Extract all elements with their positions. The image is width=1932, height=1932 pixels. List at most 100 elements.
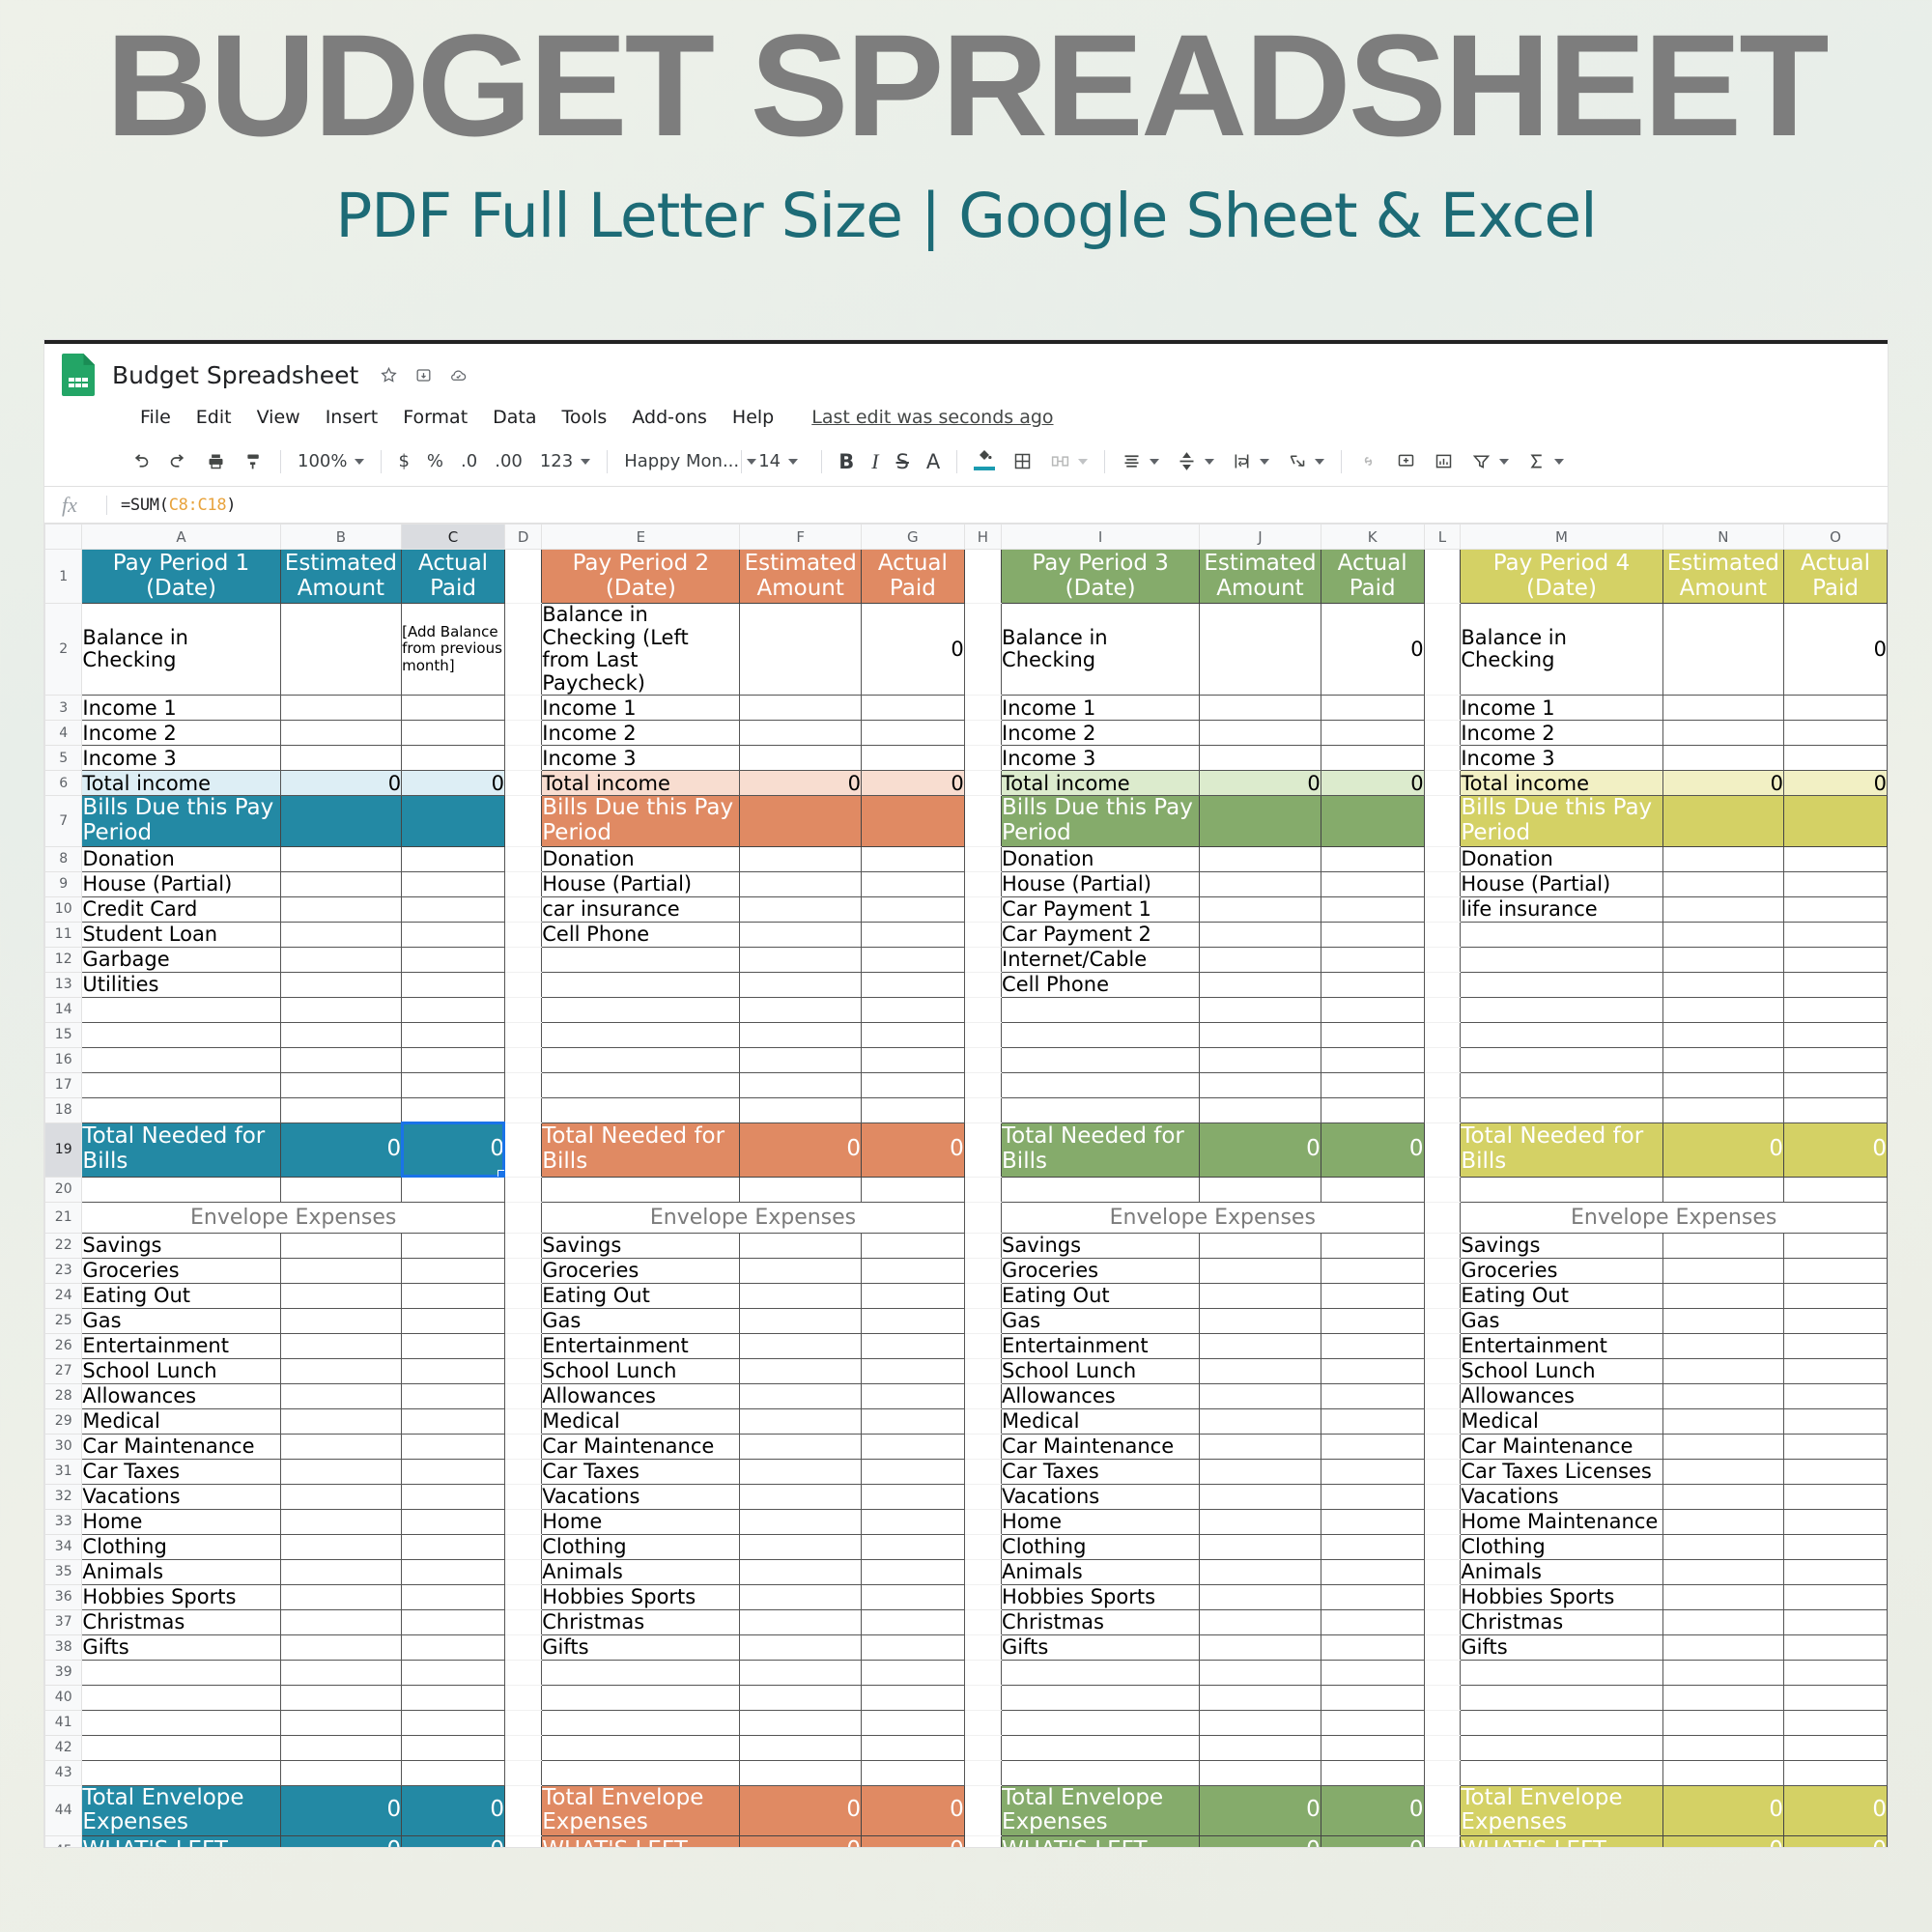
income-actual-4-3[interactable] bbox=[1783, 745, 1888, 772]
bill-actual-3-2[interactable] bbox=[1320, 870, 1425, 897]
envelope-estimated-3-2[interactable] bbox=[1199, 1257, 1321, 1284]
envelope-estimated-2-14[interactable] bbox=[739, 1558, 862, 1585]
merge-cells-button[interactable] bbox=[1041, 445, 1096, 478]
envelope-estimated-2-5[interactable] bbox=[739, 1332, 862, 1359]
envelope-estimated-3-4[interactable] bbox=[1199, 1307, 1321, 1334]
envelope-actual-2-9[interactable] bbox=[860, 1433, 965, 1460]
envelope-actual-2-20[interactable] bbox=[860, 1709, 965, 1736]
spacer-cell[interactable] bbox=[504, 549, 542, 604]
envelope-actual-1-7[interactable] bbox=[401, 1382, 505, 1409]
income-label-2-2[interactable]: Income 2 bbox=[541, 720, 741, 747]
envelope-estimated-1-22[interactable] bbox=[279, 1759, 403, 1786]
row-header-16[interactable]: 16 bbox=[44, 1046, 83, 1073]
envelope-estimated-2-1[interactable] bbox=[739, 1232, 862, 1259]
paint-format-button[interactable] bbox=[235, 445, 272, 478]
menu-help[interactable]: Help bbox=[720, 403, 786, 432]
row-header-13[interactable]: 13 bbox=[44, 971, 83, 998]
bill-estimated-3-4[interactable] bbox=[1199, 921, 1321, 948]
bill-estimated-2-9[interactable] bbox=[739, 1046, 862, 1073]
spacer-cell[interactable] bbox=[964, 745, 1002, 772]
spacer-cell[interactable] bbox=[964, 1434, 1002, 1460]
bills-due-header-3[interactable]: Bills Due this Pay Period bbox=[1001, 795, 1201, 847]
income-label-1-2[interactable]: Income 2 bbox=[81, 720, 281, 747]
insert-comment-button[interactable] bbox=[1387, 445, 1425, 478]
row-header-41[interactable]: 41 bbox=[44, 1709, 83, 1736]
total-envelope-actual-1[interactable]: 0 bbox=[401, 1784, 505, 1837]
select-all-corner[interactable] bbox=[44, 524, 83, 550]
spacer-cell[interactable] bbox=[964, 1685, 1002, 1711]
spacer-cell[interactable] bbox=[1424, 603, 1461, 696]
bill-estimated-3-1[interactable] bbox=[1199, 845, 1321, 872]
envelope-empty-2-20[interactable] bbox=[541, 1709, 741, 1736]
envelope-label-2-4[interactable]: Gas bbox=[541, 1307, 741, 1334]
bill-actual-4-3[interactable] bbox=[1783, 895, 1888, 923]
spacer-row-est-1[interactable] bbox=[279, 1176, 403, 1203]
spacer-cell[interactable] bbox=[504, 720, 542, 747]
envelope-estimated-3-18[interactable] bbox=[1199, 1659, 1321, 1686]
bill-actual-4-6[interactable] bbox=[1783, 971, 1888, 998]
spacer-cell[interactable] bbox=[1424, 1710, 1461, 1736]
envelope-estimated-3-8[interactable] bbox=[1199, 1407, 1321, 1435]
spacer-cell[interactable] bbox=[964, 1258, 1002, 1284]
envelope-label-4-8[interactable]: Medical bbox=[1460, 1407, 1663, 1435]
row-header-19[interactable]: 19 bbox=[44, 1122, 83, 1178]
column-header-l[interactable]: L bbox=[1423, 524, 1462, 550]
envelope-actual-4-16[interactable] bbox=[1783, 1608, 1888, 1635]
bill-label-4-1[interactable]: Donation bbox=[1460, 845, 1663, 872]
bill-actual-1-2[interactable] bbox=[401, 870, 505, 897]
envelope-label-2-2[interactable]: Groceries bbox=[541, 1257, 741, 1284]
menu-edit[interactable]: Edit bbox=[184, 403, 244, 432]
income-actual-4-1[interactable] bbox=[1783, 695, 1888, 722]
envelope-estimated-1-12[interactable] bbox=[279, 1508, 403, 1535]
row-header-18[interactable]: 18 bbox=[44, 1096, 83, 1123]
bill-estimated-2-8[interactable] bbox=[739, 1021, 862, 1048]
zoom-select[interactable]: 100% bbox=[289, 445, 373, 478]
envelope-actual-3-20[interactable] bbox=[1320, 1709, 1425, 1736]
spacer-cell[interactable] bbox=[1424, 1735, 1461, 1761]
spacer-cell[interactable] bbox=[1424, 947, 1461, 973]
bill-estimated-1-3[interactable] bbox=[279, 895, 403, 923]
income-estimated-3-2[interactable] bbox=[1199, 720, 1321, 747]
envelope-label-3-10[interactable]: Car Taxes bbox=[1001, 1458, 1201, 1485]
total-envelope-label-1[interactable]: Total Envelope Expenses bbox=[81, 1784, 281, 1837]
spacer-cell[interactable] bbox=[504, 1584, 542, 1610]
envelope-expenses-header-1[interactable]: Envelope Expenses bbox=[81, 1201, 505, 1234]
spacer-cell[interactable] bbox=[504, 1434, 542, 1460]
spacer-cell[interactable] bbox=[964, 1710, 1002, 1736]
bill-estimated-4-1[interactable] bbox=[1662, 845, 1785, 872]
spacer-row-est-2[interactable] bbox=[739, 1176, 862, 1203]
envelope-actual-3-7[interactable] bbox=[1320, 1382, 1425, 1409]
envelope-estimated-4-10[interactable] bbox=[1662, 1458, 1785, 1485]
envelope-estimated-3-11[interactable] bbox=[1199, 1483, 1321, 1510]
envelope-actual-2-15[interactable] bbox=[860, 1583, 965, 1610]
envelope-label-1-8[interactable]: Medical bbox=[81, 1407, 281, 1435]
envelope-actual-2-14[interactable] bbox=[860, 1558, 965, 1585]
income-actual-2-2[interactable] bbox=[860, 720, 965, 747]
total-envelope-estimated-2[interactable]: 0 bbox=[739, 1784, 862, 1837]
envelope-estimated-3-21[interactable] bbox=[1199, 1734, 1321, 1761]
bill-estimated-2-10[interactable] bbox=[739, 1071, 862, 1098]
income-label-4-1[interactable]: Income 1 bbox=[1460, 695, 1663, 722]
row-header-17[interactable]: 17 bbox=[44, 1071, 83, 1098]
bill-empty-4-8[interactable] bbox=[1460, 1021, 1663, 1048]
vertical-align-button[interactable] bbox=[1168, 445, 1223, 478]
envelope-label-3-3[interactable]: Eating Out bbox=[1001, 1282, 1201, 1309]
envelope-estimated-4-2[interactable] bbox=[1662, 1257, 1785, 1284]
row-header-28[interactable]: 28 bbox=[44, 1382, 83, 1409]
total-needed-estimated-2[interactable]: 0 bbox=[739, 1122, 862, 1178]
row-header-40[interactable]: 40 bbox=[44, 1684, 83, 1711]
envelope-estimated-3-1[interactable] bbox=[1199, 1232, 1321, 1259]
bill-empty-4-11[interactable] bbox=[1460, 1096, 1663, 1123]
row-header-37[interactable]: 37 bbox=[44, 1608, 83, 1635]
envelope-label-3-8[interactable]: Medical bbox=[1001, 1407, 1201, 1435]
row-header-11[interactable]: 11 bbox=[44, 921, 83, 948]
envelope-label-3-7[interactable]: Allowances bbox=[1001, 1382, 1201, 1409]
envelope-actual-4-13[interactable] bbox=[1783, 1533, 1888, 1560]
bill-actual-2-8[interactable] bbox=[860, 1021, 965, 1048]
bill-actual-1-1[interactable] bbox=[401, 845, 505, 872]
bill-actual-1-7[interactable] bbox=[401, 996, 505, 1023]
envelope-label-2-6[interactable]: School Lunch bbox=[541, 1357, 741, 1384]
spacer-cell[interactable] bbox=[964, 1358, 1002, 1384]
row-header-30[interactable]: 30 bbox=[44, 1433, 83, 1460]
bill-empty-2-5[interactable] bbox=[541, 946, 741, 973]
